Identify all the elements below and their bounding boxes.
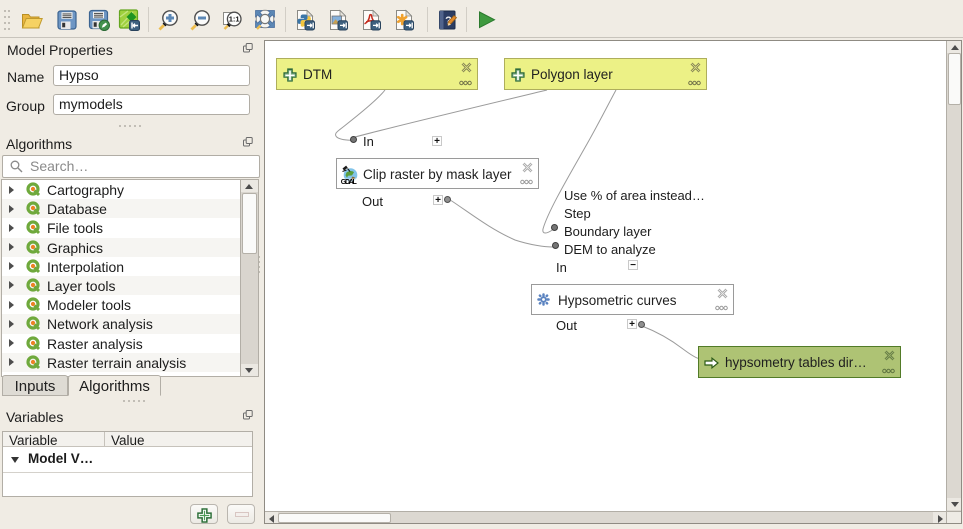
svg-text:GDAL: GDAL bbox=[341, 178, 358, 184]
svg-text:1:1: 1:1 bbox=[229, 15, 240, 24]
